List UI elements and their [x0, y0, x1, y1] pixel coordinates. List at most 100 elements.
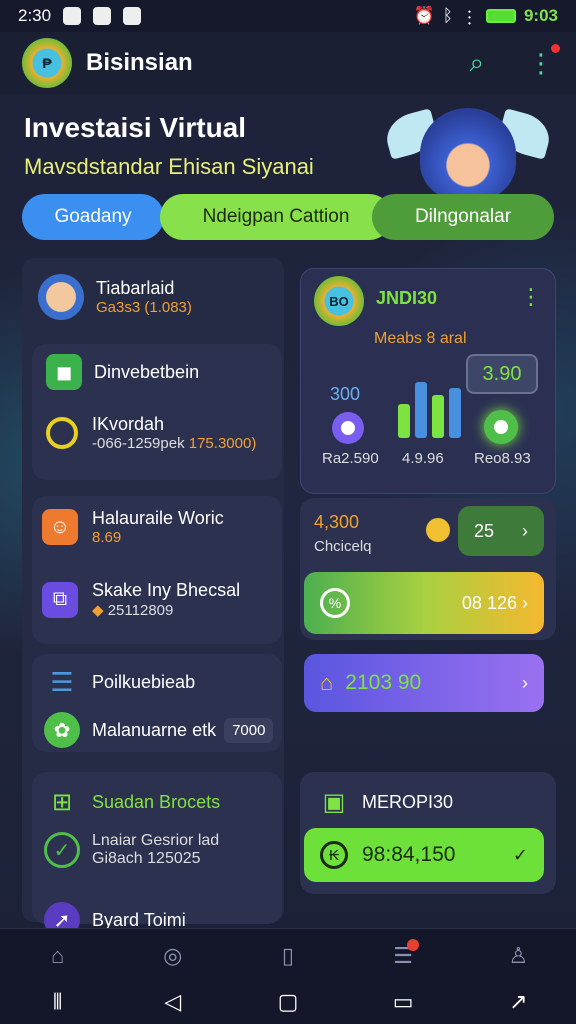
app-title: Bisinsian	[86, 49, 193, 76]
cube-icon: ◼	[46, 354, 82, 390]
stats-more-icon[interactable]: ⋮	[520, 284, 542, 310]
house-icon: ⌂	[320, 670, 334, 695]
puzzle-icon: ⧉	[42, 581, 78, 618]
bottom-right-title-row: ▣ MEROPI30	[316, 784, 453, 820]
policy-title-row: ☰ Poilkuebieab	[44, 664, 195, 700]
mascot-image	[420, 108, 516, 200]
bottom-left-title: Suadan Brocets	[92, 791, 221, 812]
stats-subtitle: Meabs 8 aral	[374, 330, 467, 347]
policy-sub: Malanuarne etk	[92, 719, 217, 740]
investment-sub-value: 175.3000)	[188, 435, 257, 452]
list-icon: ☰	[50, 666, 74, 697]
percent-icon: %	[320, 588, 350, 618]
mid-button-label: 25	[474, 520, 495, 541]
stats-right-caption: Reo8.93	[474, 450, 531, 467]
stats-bar	[415, 382, 427, 438]
gradient-action-button[interactable]: % 08 126 ›	[304, 572, 544, 634]
stats-bar	[449, 388, 461, 438]
home-icon[interactable]: ⌂	[38, 941, 78, 971]
stats-bar	[398, 404, 410, 438]
bluetooth-icon: ᛒ	[442, 6, 453, 25]
shield-icon: ✓	[44, 832, 80, 868]
policy-title: Poilkuebieab	[92, 671, 196, 692]
wifi-icon: ︙	[460, 8, 478, 28]
tab-3[interactable]: Dilngonalar	[372, 194, 554, 240]
work-title: Halauraile Woric	[92, 508, 224, 528]
page-subtitle: Mavsdstandar Ehisan Siyanai	[24, 154, 314, 179]
notification-badge	[407, 939, 420, 951]
logo-text: ₱	[42, 55, 52, 71]
stats-mid-caption: 4.9.96	[402, 450, 444, 467]
bottom-left-title-row: ⊞ Suadan Brocets	[44, 784, 220, 820]
stats-left-value: 300	[330, 384, 361, 404]
bottom-left-line2: Gi8ach 125025	[92, 850, 201, 867]
status-bar: 2:30 ⏰ ᛒ ︙ 9:03	[0, 0, 576, 32]
bottom-left-line1: Lnaiar Gesrior lad	[92, 832, 220, 849]
stats-title: JNDI30	[376, 288, 438, 308]
stake-value: 25112809	[107, 602, 174, 619]
tab-bar: Goadany Ndeigpan Cattion Dilngonalar	[22, 194, 556, 240]
app-notification-icon	[93, 7, 112, 25]
bottom-left-info-row: ✓ Lnaiar Gesrior lad Gi8ach 125025	[44, 832, 219, 868]
notification-dot	[551, 43, 560, 53]
share-icon[interactable]: ↗	[498, 987, 538, 1017]
work-value: 8.69	[92, 529, 122, 546]
stats-right-dot	[484, 410, 518, 444]
wallet-icon: ▣	[322, 788, 346, 816]
game-icon: ☺	[42, 509, 78, 545]
chevron-right-icon: ›	[522, 592, 528, 613]
back-icon[interactable]: ◁	[153, 987, 193, 1017]
avatar	[38, 274, 84, 320]
profile-detail: Ga3s3 (1.083)	[96, 299, 192, 316]
recents-icon[interactable]: ⦀	[38, 987, 78, 1017]
purple-action-button[interactable]: ⌂ 2103 90 ›	[304, 654, 544, 712]
stats-avatar: BO	[314, 276, 364, 326]
more-menu-icon[interactable]: ⋮	[528, 43, 560, 79]
policy-chip[interactable]: 7000	[224, 717, 274, 743]
purple-button-value: 2103 90	[345, 671, 422, 694]
coin-icon	[46, 417, 78, 449]
stats-bar	[432, 395, 444, 438]
bottom-right-value-button[interactable]: ₭ 98:84,150 ✓	[304, 828, 544, 882]
currency-icon: ₭	[320, 841, 348, 869]
status-time: 2:30	[18, 6, 52, 25]
chat-icon[interactable]: ▭	[383, 987, 423, 1017]
chevron-right-icon: ›	[522, 672, 528, 693]
investment-sub-detail: -066-1259pek	[92, 435, 185, 452]
list-alert-icon[interactable]: ☰	[383, 939, 423, 971]
status-time-right: 9:03	[523, 6, 558, 25]
bottom-right-value: 98:84,150	[362, 843, 456, 866]
check-icon: ✓	[512, 844, 528, 865]
chevron-right-icon: ›	[522, 520, 528, 541]
main-content: Tiabarlaid Ga3s3 (1.083) ◼ Dinvebetbein …	[22, 258, 556, 938]
investment-title: Dinvebetbein	[94, 361, 200, 382]
app-bar: ₱ Bisinsian ⌕ ⋮	[0, 32, 576, 94]
photo-notification-icon	[123, 7, 142, 25]
profile-name: Tiabarlaid	[96, 278, 175, 298]
compass-icon[interactable]: ◎	[153, 941, 193, 971]
stake-row: ⧉ Skake Iny Bhecsal ◆ 25112809	[42, 580, 240, 619]
investment-title-row: ◼ Dinvebetbein	[46, 354, 199, 390]
stats-badge: 3.90	[466, 354, 538, 394]
mid-caption: Chcicelq	[314, 538, 372, 555]
profile-row[interactable]: Tiabarlaid Ga3s3 (1.083)	[38, 274, 192, 320]
home-circle-icon[interactable]: ▢	[268, 987, 308, 1017]
leaf-icon: ✿	[44, 712, 80, 748]
stats-left-dot	[332, 412, 364, 444]
stake-title: Skake Iny Bhecsal	[92, 580, 241, 600]
document-icon[interactable]: ▯	[268, 941, 308, 971]
app-logo[interactable]: ₱	[22, 38, 72, 88]
battery-icon	[485, 9, 516, 23]
search-icon[interactable]: ⌕	[469, 47, 484, 79]
tab-2[interactable]: Ndeigpan Cattion	[160, 194, 392, 240]
shop-icon: ⊞	[51, 788, 73, 816]
mid-action-button[interactable]: 25 ›	[458, 506, 544, 556]
stats-avatar-text: BO	[329, 293, 349, 309]
profile-icon[interactable]: ♙	[498, 941, 538, 971]
investment-sub-title: IKvordah	[92, 414, 165, 434]
alarm-icon: ⏰	[413, 6, 435, 25]
bottom-navigation: ⌂ ◎ ▯ ☰ ♙ ⦀ ◁ ▢ ▭ ↗	[0, 928, 576, 1024]
tab-1[interactable]: Goadany	[22, 194, 164, 240]
investment-sub-row: IKvordah -066-1259pek 175.3000)	[46, 414, 256, 452]
notification-icon	[63, 7, 82, 25]
